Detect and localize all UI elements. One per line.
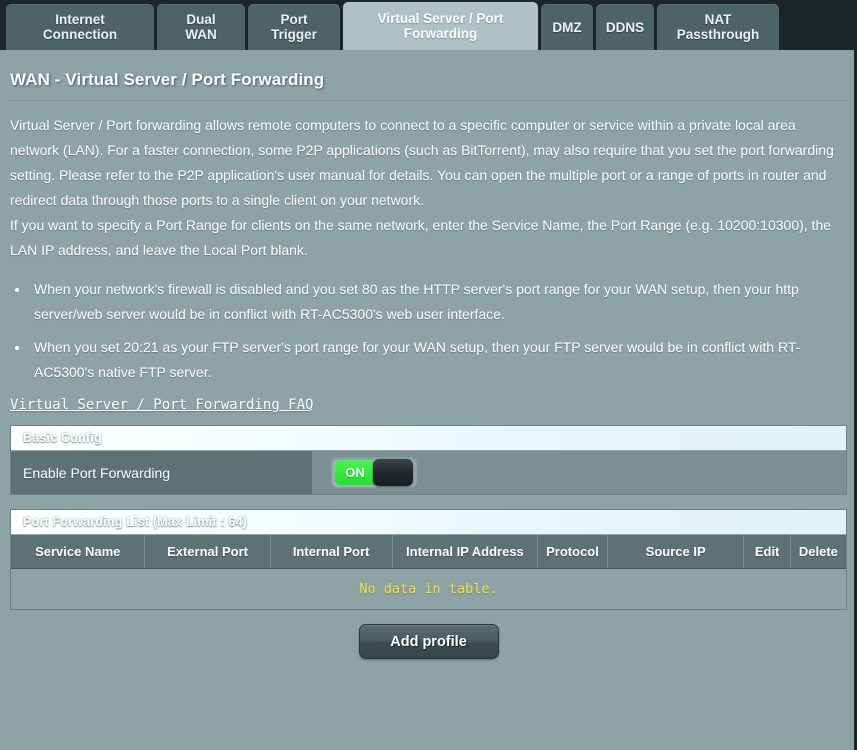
note-item: When your network's firewall is disabled…	[30, 277, 847, 327]
basic-config-header-title: Basic Config	[23, 431, 102, 445]
port-forwarding-list-header-title: Port Forwarding List (Max Limit : 64)	[23, 515, 248, 529]
column-header-delete: Delete	[790, 535, 846, 569]
table-row-empty: No data in table.	[11, 568, 846, 609]
tab-port-trigger[interactable]: Port Trigger	[248, 4, 340, 50]
tab-virtual-server-port-forwarding[interactable]: Virtual Server / Port Forwarding	[343, 2, 538, 50]
page-description: Virtual Server / Port forwarding allows …	[10, 113, 847, 263]
table-header-row: Service Name External Port Internal Port…	[11, 535, 846, 569]
enable-port-forwarding-value: ON	[313, 451, 846, 494]
table-head: Service Name External Port Internal Port…	[11, 535, 846, 569]
tab-dmz[interactable]: DMZ	[541, 4, 593, 50]
tab-label: Port Trigger	[271, 12, 317, 42]
tab-label: Internet Connection	[42, 12, 118, 42]
table-body: No data in table.	[11, 568, 846, 609]
description-paragraph-1: Virtual Server / Port forwarding allows …	[10, 117, 834, 208]
enable-port-forwarding-row: Enable Port Forwarding ON	[11, 451, 846, 494]
note-item: When you set 20:21 as your FTP server's …	[30, 335, 847, 385]
tab-nat-passthrough[interactable]: NAT Passthrough	[657, 4, 779, 50]
title-divider	[10, 100, 847, 101]
port-forwarding-list-panel: Port Forwarding List (Max Limit : 64) Se…	[10, 509, 847, 610]
tab-label: DDNS	[605, 19, 645, 35]
tab-ddns[interactable]: DDNS	[596, 4, 654, 50]
basic-config-panel: Basic Config Enable Port Forwarding ON	[10, 425, 847, 495]
port-forwarding-list-header: Port Forwarding List (Max Limit : 64)	[11, 510, 846, 535]
basic-config-header: Basic Config	[11, 426, 846, 451]
page-title: WAN - Virtual Server / Port Forwarding	[10, 70, 325, 89]
tab-label: Virtual Server / Port Forwarding	[377, 11, 504, 41]
page-content: WAN - Virtual Server / Port Forwarding V…	[0, 50, 857, 659]
column-header-service-name: Service Name	[11, 535, 146, 569]
notes-list: When your network's firewall is disabled…	[10, 277, 847, 385]
column-header-source-ip: Source IP	[607, 535, 745, 569]
column-header-internal-ip-address: Internal IP Address	[392, 535, 539, 569]
tab-dual-wan[interactable]: Dual WAN	[157, 4, 245, 50]
column-header-internal-port: Internal Port	[270, 535, 393, 569]
faq-link[interactable]: Virtual Server / Port Forwarding FAQ	[10, 397, 313, 413]
action-bar: Add profile	[10, 624, 847, 659]
toggle-knob[interactable]	[373, 459, 413, 486]
tab-internet-connection[interactable]: Internet Connection	[6, 4, 154, 50]
tab-label: Dual WAN	[185, 12, 217, 42]
port-forwarding-table: Service Name External Port Internal Port…	[11, 535, 846, 609]
tab-label: NAT Passthrough	[676, 12, 760, 42]
add-profile-button[interactable]: Add profile	[358, 624, 499, 659]
enable-port-forwarding-label: Enable Port Forwarding	[11, 451, 313, 494]
description-paragraph-2: If you want to specify a Port Range for …	[10, 217, 832, 258]
main-tab-bar: Internet Connection Dual WAN Port Trigge…	[0, 0, 857, 50]
column-header-external-port: External Port	[144, 535, 271, 569]
empty-table-message: No data in table.	[11, 568, 846, 609]
tab-label: DMZ	[552, 19, 582, 35]
column-header-edit: Edit	[743, 535, 791, 569]
enable-port-forwarding-toggle[interactable]: ON	[331, 457, 417, 488]
toggle-on-label: ON	[335, 460, 375, 485]
column-header-protocol: Protocol	[537, 535, 608, 569]
